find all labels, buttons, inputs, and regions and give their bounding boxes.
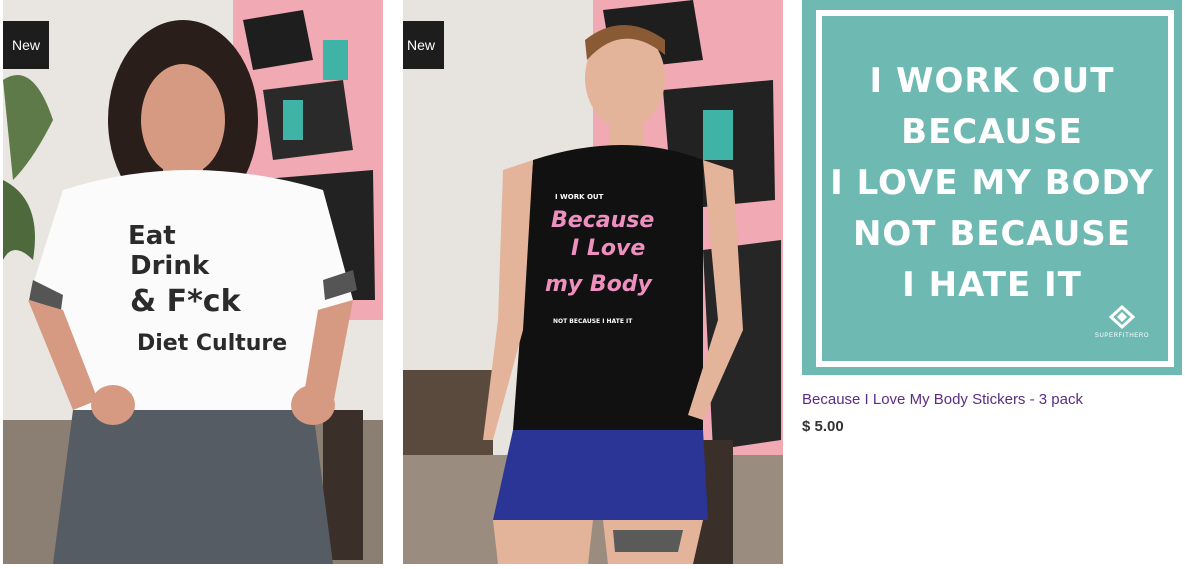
tank-print-line-3: I Love: [571, 236, 646, 261]
product-grid: Eat Drink & F*ck Diet Culture New I WORK…: [0, 0, 1185, 569]
shirt-print-line-3: & F*ck: [130, 284, 241, 319]
tank-print-line-2: Because: [551, 208, 655, 233]
product-price: $ 5.00: [802, 418, 844, 435]
superfithero-logo-icon: [1092, 305, 1152, 329]
sticker-line-5: I HATE IT: [902, 265, 1082, 305]
product-image[interactable]: Eat Drink & F*ck Diet Culture New: [3, 0, 383, 564]
sticker-line-3: I LOVE MY BODY: [830, 163, 1154, 203]
product-title-link[interactable]: Because I Love My Body Stickers - 3 pack: [802, 391, 1182, 408]
new-badge: New: [403, 21, 444, 69]
product-photo-shirt: [3, 0, 383, 564]
tank-print-line-4: my Body: [545, 272, 652, 297]
shirt-print-line-4: Diet Culture: [137, 331, 288, 356]
sticker-text: I WORK OUT BECAUSE I LOVE MY BODY NOT BE…: [802, 56, 1182, 311]
shirt-print-line-2: Drink: [130, 251, 210, 281]
product-image[interactable]: I WORK OUT BECAUSE I LOVE MY BODY NOT BE…: [802, 0, 1182, 375]
tank-print-line-5: NOT BECAUSE I HATE IT: [553, 318, 633, 325]
sticker-line-1: I WORK OUT: [869, 61, 1115, 101]
shirt-print-line-1: Eat: [128, 221, 176, 251]
brand-mark: SUPERFITHERO: [1092, 305, 1152, 339]
product-card[interactable]: Eat Drink & F*ck Diet Culture New: [3, 0, 383, 564]
product-card[interactable]: I WORK OUT Because I Love my Body NOT BE…: [403, 0, 783, 564]
product-image[interactable]: I WORK OUT Because I Love my Body NOT BE…: [403, 0, 783, 564]
brand-name: SUPERFITHERO: [1094, 333, 1150, 339]
sticker-line-2: BECAUSE: [901, 112, 1083, 152]
sticker-line-4: NOT BECAUSE: [852, 214, 1132, 254]
new-badge: New: [3, 21, 49, 69]
product-card[interactable]: I WORK OUT BECAUSE I LOVE MY BODY NOT BE…: [802, 0, 1182, 435]
tank-print-line-1: I WORK OUT: [555, 193, 604, 201]
